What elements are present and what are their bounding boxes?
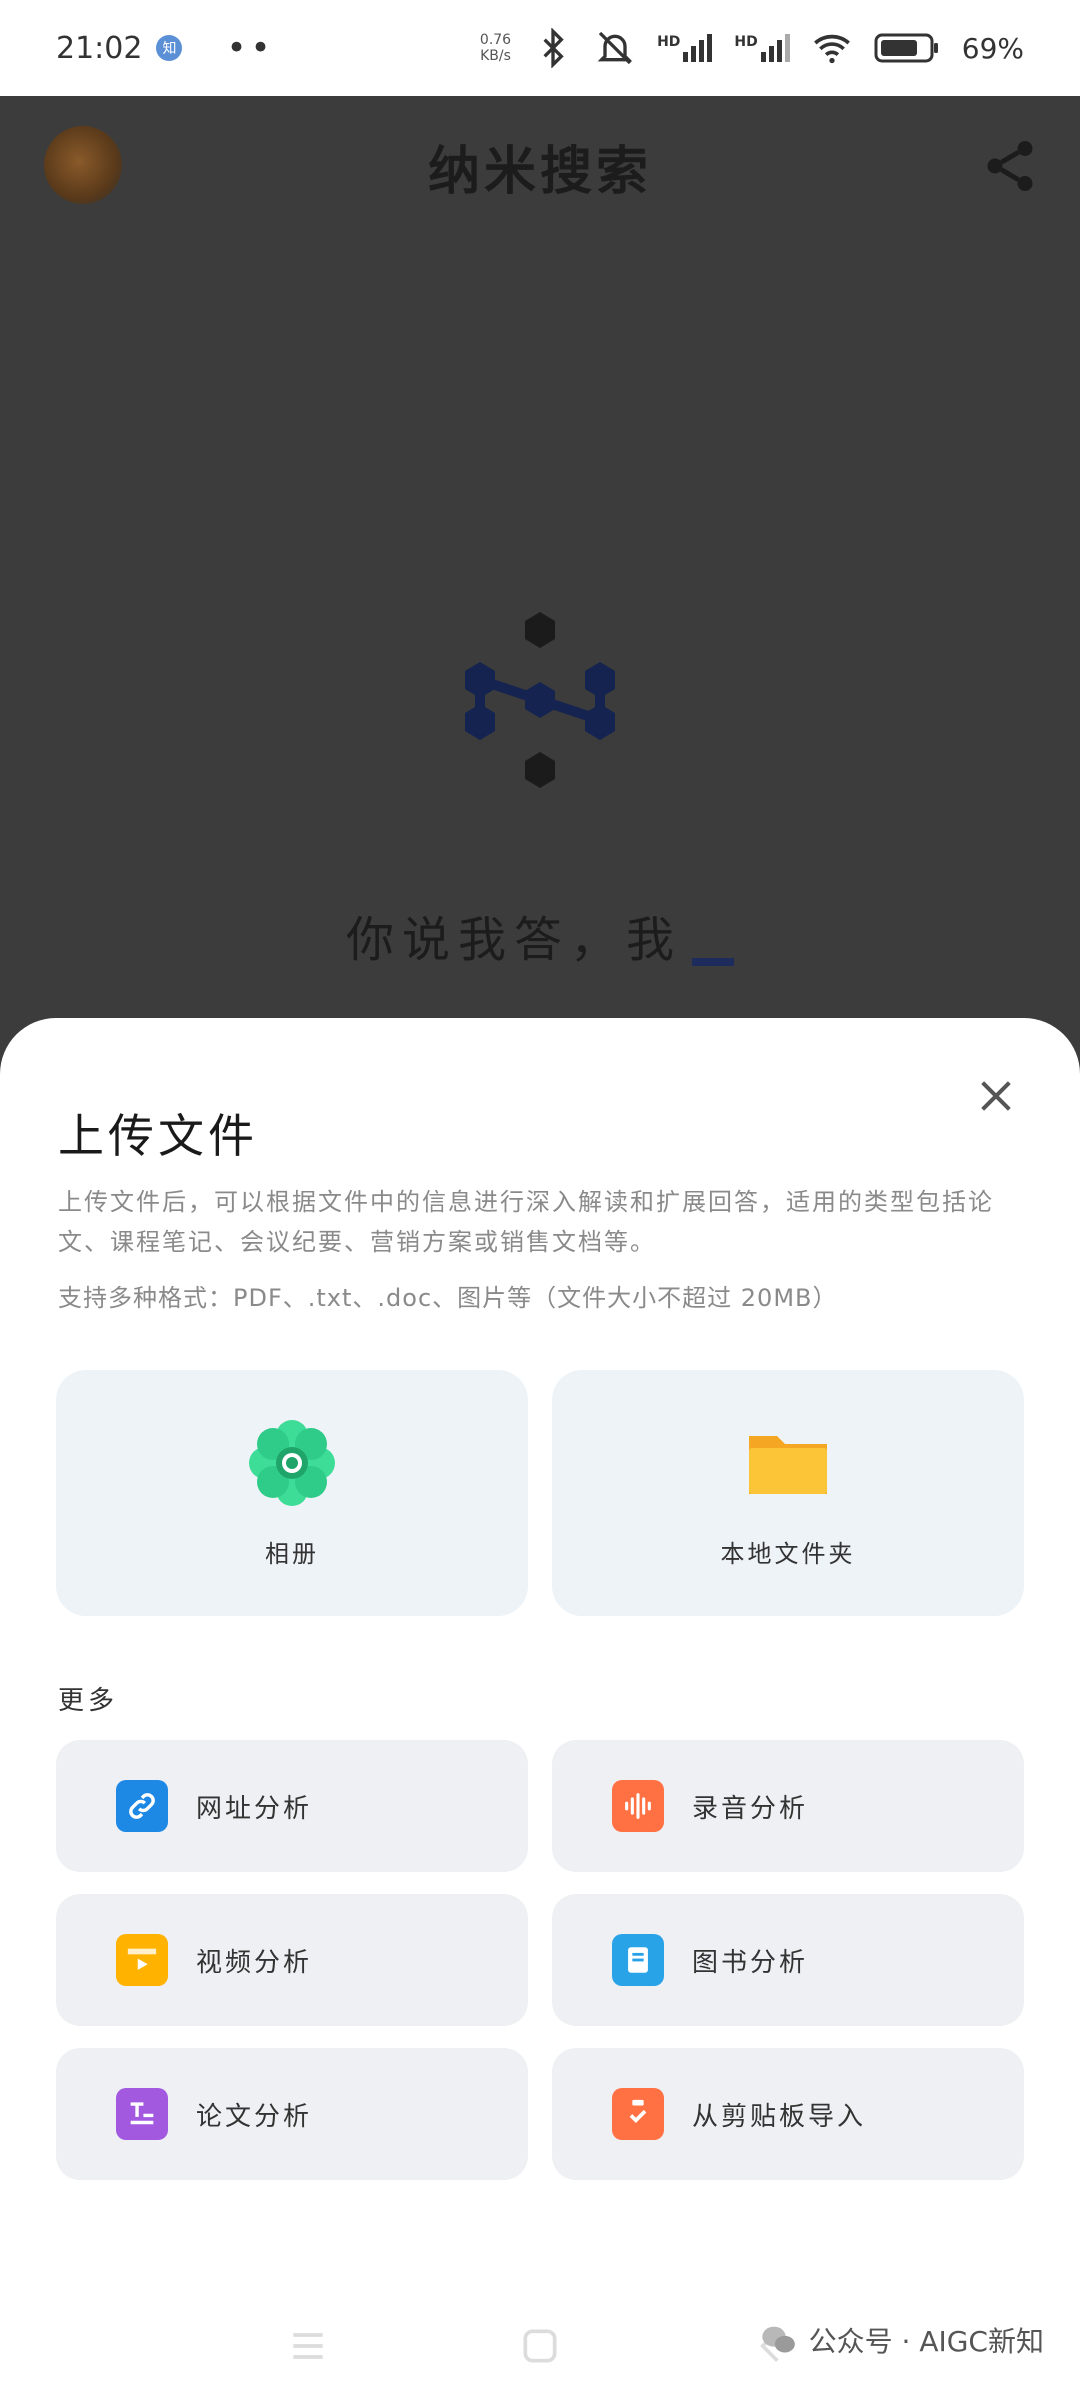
battery-percent: 69% <box>961 31 1024 65</box>
recent-apps-icon[interactable] <box>286 2324 330 2368</box>
close-button[interactable] <box>972 1072 1020 1120</box>
photo-album-label: 相册 <box>265 1539 319 1568</box>
close-icon <box>981 1081 1011 1111</box>
video-icon <box>116 1934 168 1986</box>
share-icon[interactable] <box>980 136 1040 196</box>
network-speed: 0.76 KB/s <box>479 32 512 64</box>
paper-analysis-label: 论文分析 <box>196 2101 313 2132</box>
video-analysis-button[interactable]: 视频分析 <box>56 1894 528 2026</box>
clipboard-import-label: 从剪贴板导入 <box>692 2101 867 2132</box>
photo-album-button[interactable]: 相册 <box>56 1370 528 1616</box>
audio-analysis-button[interactable]: 录音分析 <box>552 1740 1024 1872</box>
bluetooth-icon <box>543 28 564 68</box>
folder-icon <box>749 1435 827 1494</box>
book-analysis-label: 图书分析 <box>692 1947 809 1978</box>
more-notifications-dots: •• <box>226 28 275 68</box>
slogan: 你说我答，我 <box>0 900 1080 970</box>
avatar[interactable] <box>44 126 122 204</box>
link-icon <box>116 1780 168 1832</box>
url-analysis-label: 网址分析 <box>196 1793 313 1824</box>
sheet-description: 上传文件后，可以根据文件中的信息进行深入解读和扩展回答，适用的类型包括论文、课程… <box>58 1188 994 1256</box>
status-time: 21:02 <box>56 30 143 66</box>
url-analysis-button[interactable]: 网址分析 <box>56 1740 528 1872</box>
paper-analysis-button[interactable]: 论文分析 <box>56 2048 528 2180</box>
watermark-text: 公众号 · AIGC新知 <box>808 2325 1044 2358</box>
audio-icon <box>612 1780 664 1832</box>
watermark: 公众号 · AIGC新知 <box>759 2320 1044 2360</box>
home-icon[interactable] <box>518 2324 562 2368</box>
signal-2-icon: HD <box>734 34 790 62</box>
app-title: 纳米搜索 <box>427 141 652 202</box>
upload-file-sheet: 上传文件 上传文件后，可以根据文件中的信息进行深入解读和扩展回答，适用的类型包括… <box>0 1018 1080 2400</box>
mute-bell-icon <box>597 31 633 65</box>
battery-icon <box>874 33 938 63</box>
status-bar: 21:02 知 •• 0.76 KB/s HD HD 69% <box>0 0 1080 96</box>
nano-logo-icon <box>465 612 615 788</box>
supported-formats: 支持多种格式：PDF、.txt、.doc、图片等（文件大小不超过 20MB） <box>58 1284 838 1312</box>
audio-analysis-label: 录音分析 <box>692 1793 809 1824</box>
app-header: 纳米搜索 <box>0 96 1080 236</box>
signal-1-icon: HD <box>657 34 713 62</box>
clipboard-import-button[interactable]: 从剪贴板导入 <box>552 2048 1024 2180</box>
sheet-title: 上传文件 <box>58 1109 258 1163</box>
video-analysis-label: 视频分析 <box>196 1947 313 1978</box>
book-icon <box>612 1934 664 1986</box>
more-section-label: 更多 <box>58 1686 119 1716</box>
local-folder-button[interactable]: 本地文件夹 <box>552 1370 1024 1616</box>
typing-cursor <box>692 958 734 966</box>
paper-icon <box>116 2088 168 2140</box>
book-analysis-button[interactable]: 图书分析 <box>552 1894 1024 2026</box>
photo-album-icon <box>249 1419 335 1506</box>
notification-app-icon: 知 <box>156 35 183 61</box>
local-folder-label: 本地文件夹 <box>720 1539 856 1568</box>
wechat-icon <box>761 2326 795 2353</box>
wifi-icon <box>813 34 850 64</box>
clipboard-icon <box>612 2088 664 2140</box>
